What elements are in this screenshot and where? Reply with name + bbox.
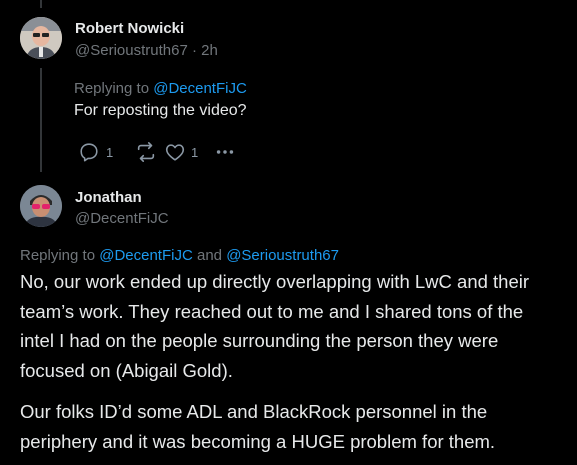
- reply-author-name[interactable]: Robert Nowicki: [75, 20, 184, 37]
- avatar-jonathan-image: [20, 185, 62, 227]
- reply-action-bar: 1 1: [78, 141, 236, 163]
- like-icon: [165, 144, 185, 161]
- main-paragraph-1: No, our work ended up directly overlappi…: [20, 271, 530, 381]
- main-replying-prefix: Replying to: [20, 247, 100, 264]
- main-author-name[interactable]: Jonathan: [75, 189, 142, 206]
- main-replying-and: and: [192, 247, 227, 264]
- avatar-robert-image: [20, 17, 62, 59]
- more-icon: [216, 150, 234, 154]
- more-button[interactable]: [214, 141, 236, 163]
- reply-icon: [80, 143, 98, 162]
- like-count: 1: [191, 144, 199, 160]
- repost-button[interactable]: [134, 141, 164, 163]
- reply-author-meta: @Serioustruth67 · 2h: [75, 42, 218, 59]
- reply-text: For reposting the video?: [74, 102, 247, 119]
- reply-button[interactable]: 1: [78, 141, 134, 163]
- main-replying-mention-1[interactable]: @DecentFiJC: [99, 247, 193, 264]
- reply-author-handle[interactable]: @Serioustruth67: [75, 42, 188, 59]
- reply-count: 1: [106, 144, 114, 160]
- thread-line-middle: [40, 68, 42, 172]
- main-paragraph-2: Our folks ID’d some ADL and BlackRock pe…: [20, 401, 496, 452]
- thread-line-top: [40, 0, 42, 8]
- main-replying-mention-2[interactable]: @Serioustruth67: [226, 247, 339, 264]
- like-button[interactable]: 1: [164, 141, 214, 163]
- main-author-handle[interactable]: @DecentFiJC: [75, 210, 169, 227]
- avatar-jonathan[interactable]: [20, 185, 62, 227]
- reply-replying-to: Replying to @DecentFiJC: [74, 80, 247, 97]
- repost-icon: [137, 142, 155, 162]
- reply-replying-mention[interactable]: @DecentFiJC: [153, 80, 247, 97]
- reply-replying-prefix: Replying to: [74, 80, 154, 97]
- main-replying-to: Replying to @DecentFiJC and @Serioustrut…: [20, 247, 339, 264]
- reply-time[interactable]: 2h: [201, 42, 218, 59]
- reply-time-separator: ·: [187, 42, 202, 59]
- avatar-robert[interactable]: [20, 17, 62, 59]
